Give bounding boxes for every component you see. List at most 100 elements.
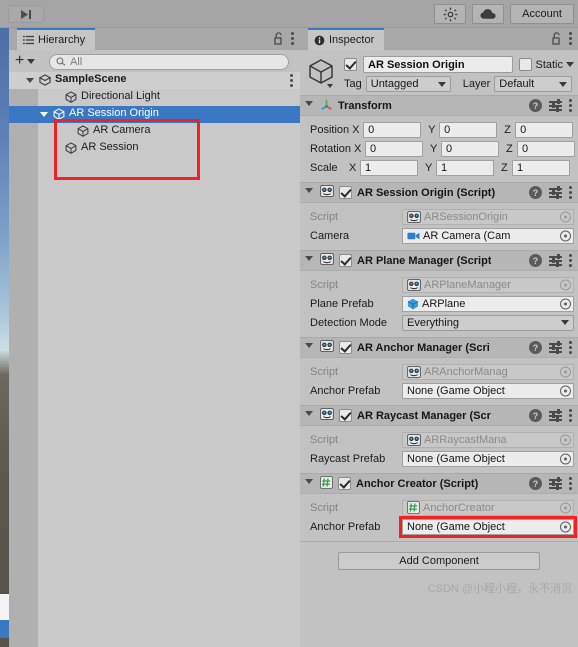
tab-hierarchy[interactable]: Hierarchy	[17, 28, 96, 50]
step-forward-button[interactable]	[8, 5, 44, 23]
property-value: ARPlaneManager	[424, 278, 511, 291]
component-foldout-icon[interactable]	[305, 101, 313, 110]
object-field[interactable]: AnchorCreator	[402, 499, 574, 516]
object-picker-icon[interactable]	[560, 385, 571, 396]
component-menu-icon[interactable]	[569, 186, 572, 199]
preset-icon[interactable]	[549, 341, 562, 354]
preset-icon[interactable]	[549, 477, 562, 490]
preset-icon[interactable]	[549, 186, 562, 199]
component-foldout-icon[interactable]	[305, 479, 313, 488]
component-header[interactable]: AR Anchor Manager (Scri?	[300, 338, 578, 358]
component-menu-icon[interactable]	[569, 341, 572, 354]
axis-z-input[interactable]: 1	[512, 159, 570, 176]
help-icon[interactable]: ?	[529, 186, 542, 199]
object-picker-icon[interactable]	[560, 453, 571, 464]
create-gameobject-button[interactable]: +	[15, 53, 36, 69]
component-menu-icon[interactable]	[569, 409, 572, 422]
component-header[interactable]: Anchor Creator (Script)?	[300, 474, 578, 494]
axis-x-input[interactable]: 0	[363, 121, 422, 138]
tag-dropdown[interactable]: Untagged	[365, 76, 451, 92]
axis-y-input[interactable]: 0	[439, 121, 498, 138]
component-foldout-icon[interactable]	[305, 343, 313, 352]
component-foldout-icon[interactable]	[305, 188, 313, 197]
component-enabled-checkbox[interactable]	[338, 477, 351, 490]
gameobject-name-field[interactable]: AR Session Origin	[363, 56, 514, 73]
component-foldout-icon[interactable]	[305, 256, 313, 265]
scene-menu-icon[interactable]	[290, 74, 293, 87]
object-picker-icon[interactable]	[560, 502, 571, 513]
gameobject-enabled-checkbox[interactable]	[344, 58, 357, 71]
component-enabled-checkbox[interactable]	[339, 341, 352, 354]
hierarchy-search-input[interactable]: All	[49, 54, 289, 70]
cloud-services-button[interactable]	[472, 4, 504, 24]
help-icon[interactable]: ?	[529, 409, 542, 422]
object-field[interactable]: ARAnchorManag	[402, 363, 574, 380]
component-header[interactable]: AR Session Origin (Script)?	[300, 183, 578, 203]
axis-z-input[interactable]: 0	[516, 140, 575, 157]
axis-z-input[interactable]: 0	[515, 121, 574, 138]
object-field[interactable]: ARPlane	[402, 295, 574, 312]
component-foldout-icon[interactable]	[305, 411, 313, 420]
axis-y-input[interactable]: 1	[436, 159, 494, 176]
object-field[interactable]: ARRaycastMana	[402, 431, 574, 448]
chevron-down-icon[interactable]	[566, 62, 574, 67]
lock-open-icon[interactable]	[551, 32, 561, 45]
layer-dropdown[interactable]: Default	[494, 76, 573, 92]
object-picker-icon[interactable]	[560, 366, 571, 377]
help-icon[interactable]: ?	[529, 254, 542, 267]
hierarchy-item-ar-session-origin[interactable]: AR Session Origin	[9, 106, 300, 123]
component-header[interactable]: AR Plane Manager (Script?	[300, 251, 578, 271]
expand-arrow-icon[interactable]	[40, 112, 48, 121]
static-toggle-group[interactable]: Static	[519, 58, 574, 71]
component-enabled-checkbox[interactable]	[339, 254, 352, 267]
object-picker-icon[interactable]	[560, 211, 571, 222]
axis-x-input[interactable]: 1	[360, 159, 418, 176]
component-menu-icon[interactable]	[569, 477, 572, 490]
axis-x-input[interactable]: 0	[364, 140, 423, 157]
object-picker-icon[interactable]	[560, 298, 571, 309]
hierarchy-item-ar-camera[interactable]: AR Camera	[9, 123, 300, 140]
object-picker-icon[interactable]	[560, 434, 571, 445]
hierarchy-item-ar-session[interactable]: AR Session	[9, 140, 300, 157]
component-header[interactable]: AR Raycast Manager (Scr?	[300, 406, 578, 426]
object-picker-icon[interactable]	[560, 521, 571, 532]
component-header[interactable]: Transform?	[300, 96, 578, 116]
add-component-button[interactable]: Add Component	[338, 552, 540, 570]
preset-icon[interactable]	[549, 254, 562, 267]
hierarchy-tree[interactable]: SampleScene Directional Light AR Session O…	[9, 72, 300, 647]
preset-icon[interactable]	[549, 99, 562, 112]
tab-inspector[interactable]: Inspector	[308, 28, 385, 50]
hierarchy-menu-icon[interactable]	[291, 32, 294, 45]
help-icon[interactable]: ?	[529, 341, 542, 354]
property-dropdown[interactable]: Everything	[402, 314, 574, 331]
gizmos-toggle-button[interactable]	[434, 4, 466, 24]
scene-view-sliver[interactable]	[0, 28, 9, 647]
component-header-actions: ?	[529, 186, 572, 199]
account-button[interactable]: Account	[510, 4, 574, 24]
component-title: AR Anchor Manager (Scri	[357, 341, 490, 354]
object-field[interactable]: AR Camera (Cam	[402, 227, 574, 244]
lock-open-icon[interactable]	[273, 32, 283, 45]
gameobject-cube-icon	[308, 58, 336, 91]
inspector-menu-icon[interactable]	[569, 32, 572, 45]
static-checkbox[interactable]	[519, 58, 533, 71]
component-enabled-checkbox[interactable]	[339, 186, 352, 199]
object-picker-icon[interactable]	[560, 230, 571, 241]
object-field[interactable]: None (Game Object	[402, 518, 574, 535]
expand-arrow-icon[interactable]	[26, 78, 34, 87]
component-menu-icon[interactable]	[569, 99, 572, 112]
axis-y-input[interactable]: 0	[440, 140, 499, 157]
help-icon[interactable]: ?	[529, 477, 542, 490]
object-field[interactable]: None (Game Object	[402, 450, 574, 467]
step-forward-icon	[21, 9, 31, 19]
help-icon[interactable]: ?	[529, 99, 542, 112]
component-menu-icon[interactable]	[569, 254, 572, 267]
object-field[interactable]: None (Game Object	[402, 382, 574, 399]
preset-icon[interactable]	[549, 409, 562, 422]
hierarchy-item-samplescene[interactable]: SampleScene	[9, 72, 300, 89]
component-enabled-checkbox[interactable]	[339, 409, 352, 422]
object-field[interactable]: ARPlaneManager	[402, 276, 574, 293]
hierarchy-item-directional-light[interactable]: Directional Light	[9, 89, 300, 106]
object-field[interactable]: ARSessionOrigin	[402, 208, 574, 225]
object-picker-icon[interactable]	[560, 279, 571, 290]
